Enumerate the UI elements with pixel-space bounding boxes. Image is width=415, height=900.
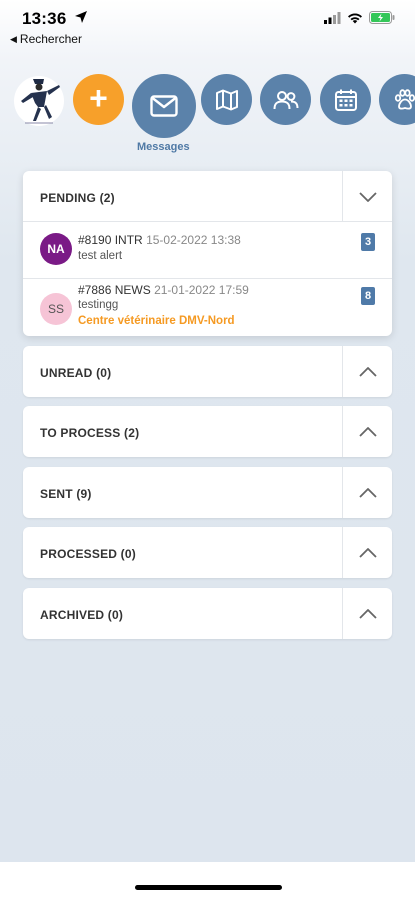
section-header[interactable]: UNREAD (0) (23, 346, 392, 397)
message-item[interactable]: SS #7886 NEWS 21-01-2022 17:59 testingg … (23, 278, 392, 335)
status-time: 13:36 (22, 9, 67, 28)
section-title: SENT (9) (40, 487, 92, 501)
signal-icon (324, 11, 341, 24)
section-title: UNREAD (0) (40, 366, 112, 380)
status-icons (324, 11, 395, 24)
message-number: #7886 (78, 283, 112, 297)
message-type: NEWS (114, 283, 151, 297)
message-meta: #8190 INTR 15-02-2022 13:38 (78, 233, 241, 247)
users-button[interactable] (260, 74, 311, 125)
users-icon (273, 90, 298, 109)
pets-button[interactable] (379, 74, 415, 125)
status-bar: 13:36 (0, 0, 415, 34)
clinic-logo (14, 76, 64, 126)
chevron-up-icon (358, 366, 377, 377)
message-date: 21-01-2022 17:59 (154, 283, 249, 297)
section-header[interactable]: SENT (9) (23, 467, 392, 518)
chevron-up-icon (358, 487, 377, 498)
avatar: NA (40, 233, 72, 265)
message-item[interactable]: NA #8190 INTR 15-02-2022 13:38 test aler… (23, 222, 392, 278)
section-pending: PENDING (2) NA #8190 INTR 15-02-2022 13:… (23, 171, 392, 336)
message-number: #8190 (78, 233, 112, 247)
section-title: TO PROCESS (2) (40, 426, 140, 440)
calendar-button[interactable] (320, 74, 371, 125)
section-toggle[interactable] (342, 588, 392, 639)
message-organization: Centre vétérinaire DMV-Nord (78, 315, 235, 327)
chevron-down-icon (358, 191, 377, 202)
location-arrow-icon (75, 11, 87, 23)
back-caret-icon: ◀ (10, 33, 17, 44)
message-meta: #7886 NEWS 21-01-2022 17:59 (78, 283, 249, 297)
back-label: Rechercher (19, 32, 82, 46)
section-toggle[interactable] (342, 406, 392, 457)
section-header[interactable]: PENDING (2) (23, 171, 392, 222)
section-archived: ARCHIVED (0) (23, 588, 392, 639)
section-header[interactable]: PROCESSED (0) (23, 527, 392, 578)
bottom-bar (0, 862, 415, 900)
section-toggle[interactable] (342, 527, 392, 578)
section-title: PENDING (2) (40, 191, 115, 205)
section-toggle[interactable] (342, 346, 392, 397)
calendar-icon (334, 89, 357, 111)
top-nav: + Messages (0, 70, 415, 160)
section-toggle[interactable] (342, 171, 392, 222)
messages-button[interactable] (132, 74, 196, 138)
count-badge: 3 (361, 233, 375, 251)
battery-icon (369, 11, 395, 24)
paw-icon (394, 88, 415, 110)
section-header[interactable]: ARCHIVED (0) (23, 588, 392, 639)
map-icon (215, 89, 238, 110)
message-text: test alert (78, 250, 123, 262)
message-type: INTR (114, 233, 143, 247)
section-header[interactable]: TO PROCESS (2) (23, 406, 392, 457)
section-to-process: TO PROCESS (2) (23, 406, 392, 457)
message-text: testingg (78, 299, 119, 311)
section-sent: SENT (9) (23, 467, 392, 518)
map-button[interactable] (201, 74, 252, 125)
back-to-search[interactable]: ◀ Rechercher (10, 32, 82, 46)
avatar: SS (40, 293, 72, 325)
section-unread: UNREAD (0) (23, 346, 392, 397)
section-title: PROCESSED (0) (40, 547, 136, 561)
add-button[interactable]: + (73, 74, 124, 125)
section-processed: PROCESSED (0) (23, 527, 392, 578)
count-badge: 8 (361, 287, 375, 305)
add-icon: + (89, 80, 108, 116)
envelope-icon (150, 95, 178, 117)
messages-label[interactable]: Messages (137, 141, 190, 153)
chevron-up-icon (358, 608, 377, 619)
section-toggle[interactable] (342, 467, 392, 518)
home-indicator[interactable] (135, 885, 282, 890)
section-title: ARCHIVED (0) (40, 608, 124, 622)
chevron-up-icon (358, 547, 377, 558)
message-date: 15-02-2022 13:38 (146, 233, 241, 247)
wifi-icon (348, 13, 362, 23)
chevron-up-icon (358, 426, 377, 437)
